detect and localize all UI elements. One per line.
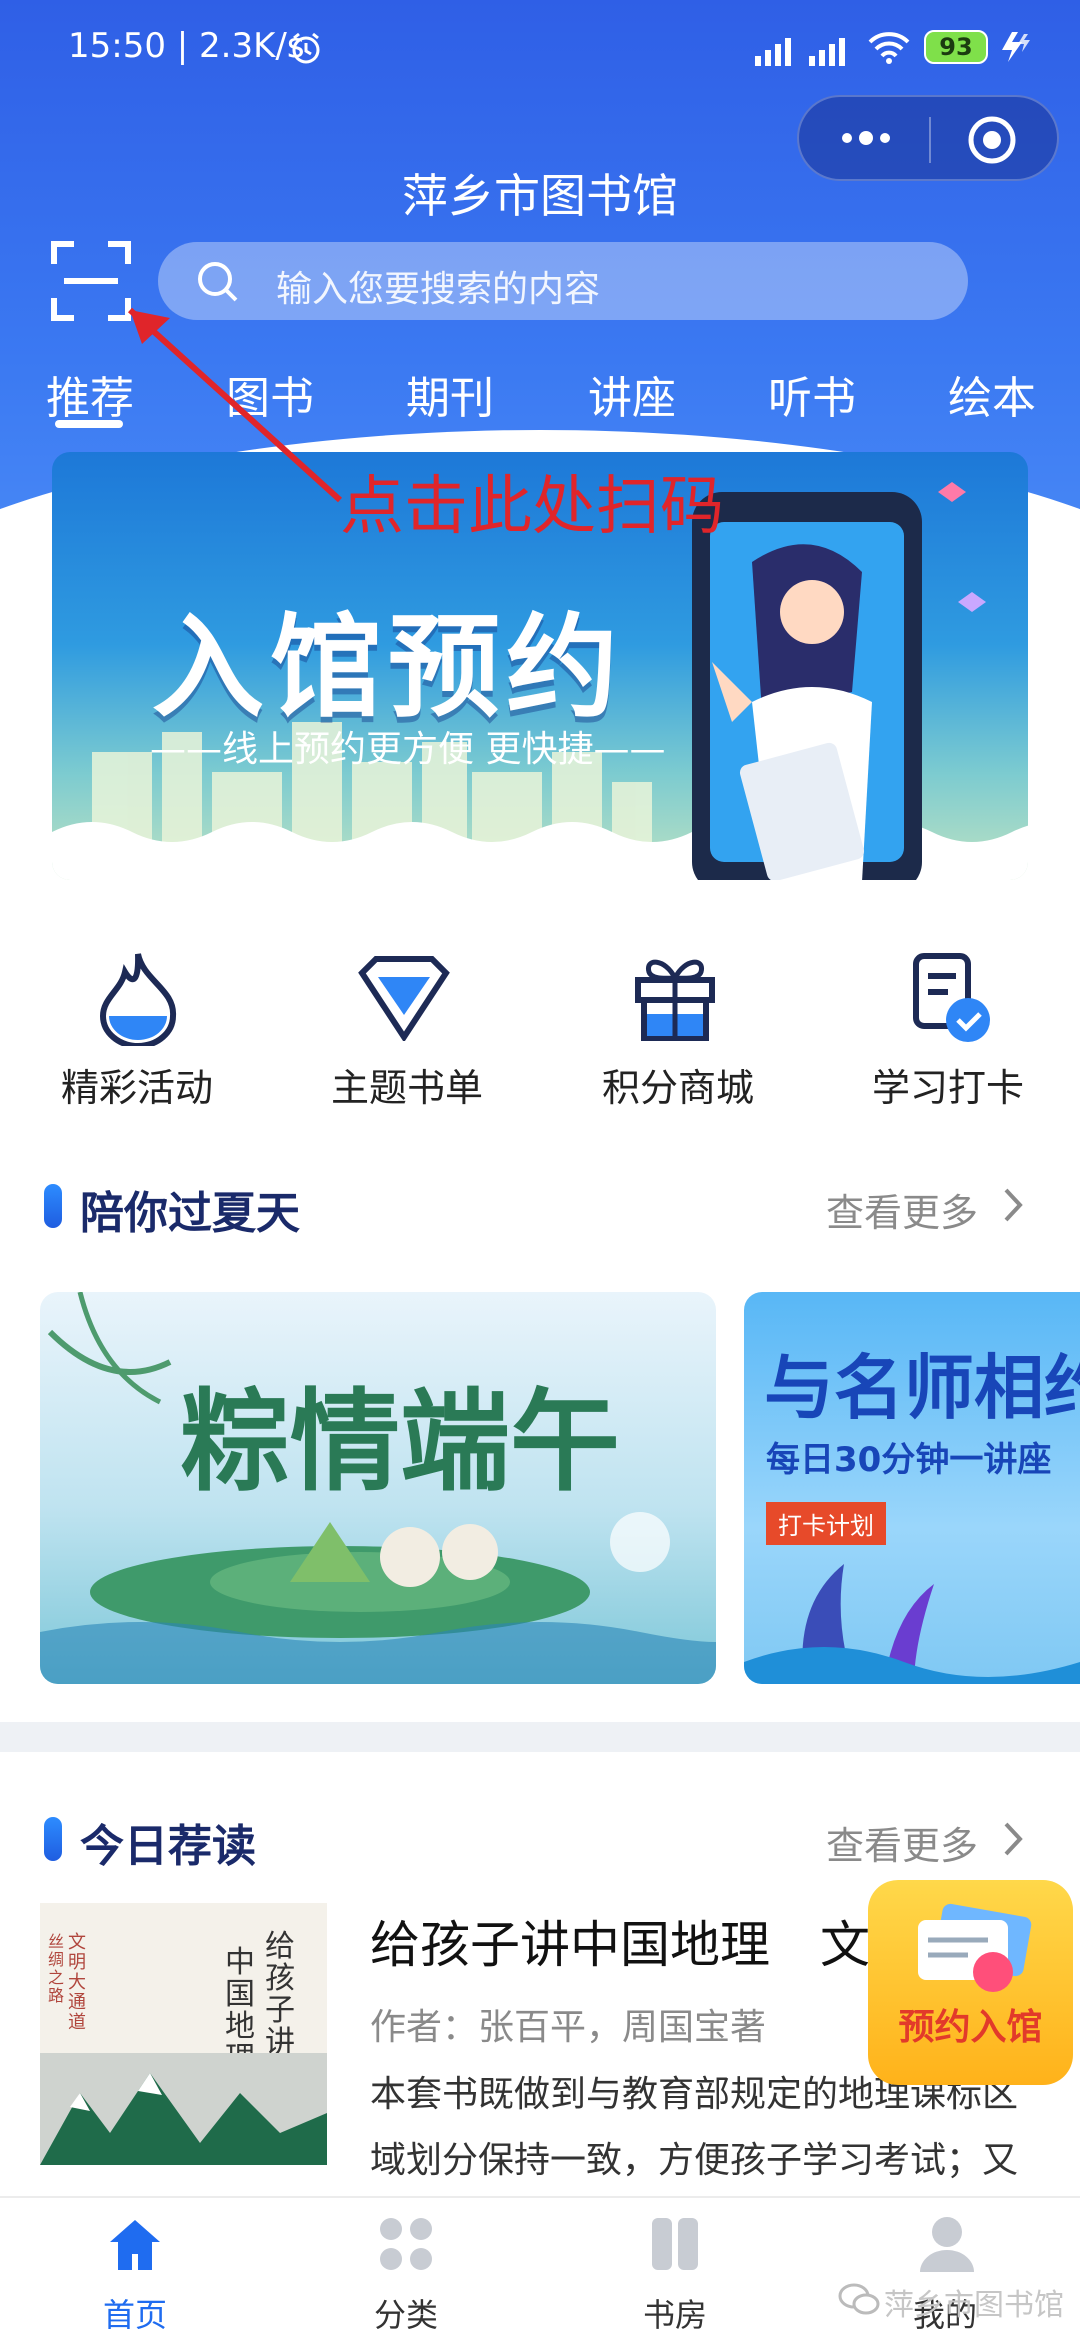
mountain-illustration	[40, 2053, 327, 2165]
account-watermark: 萍乡市图书馆	[884, 2288, 1064, 2323]
profile-icon[interactable]	[918, 2214, 976, 2278]
book-title-extra: 文	[820, 1916, 870, 1974]
section-title-summer: 陪你过夏天	[80, 1188, 300, 1239]
home-icon[interactable]	[106, 2216, 164, 2278]
card-dragon-boat-title: 粽情端午	[180, 1377, 620, 1506]
book-cover[interactable]: 给孩子讲 中国地理 文明大通道 丝绸之路	[40, 1903, 327, 2165]
wifi-icon	[868, 30, 910, 70]
nav-study[interactable]: 书房	[643, 2290, 707, 2336]
section-divider	[0, 1722, 1080, 1752]
chevron-right-icon[interactable]	[1002, 1186, 1024, 1228]
tab-picture-books[interactable]: 绘本	[948, 362, 1036, 426]
section-title-reading: 今日荐读	[80, 1821, 256, 1872]
book-author: 作者：张百平，周国宝著	[370, 2007, 767, 2048]
banner-title: 入馆预约	[152, 603, 624, 733]
quick-action-activities[interactable]: 精彩活动	[61, 1057, 213, 1112]
signal-icon	[755, 32, 885, 70]
float-button-label: 预约入馆	[898, 2007, 1043, 2048]
book-cover-title-line1: 给孩子讲	[265, 1929, 295, 2060]
card-teacher-tag: 打卡计划	[766, 1502, 886, 1545]
nav-home[interactable]: 首页	[103, 2290, 167, 2336]
quick-action-themed-lists[interactable]: 主题书单	[331, 1057, 483, 1112]
annotation-arrow	[127, 307, 343, 503]
banner-subtitle: ——线上预约更方便 更快捷——	[150, 729, 666, 770]
wechat-icon	[838, 2282, 880, 2322]
tab-lectures[interactable]: 讲座	[588, 362, 676, 426]
battery-icon: 93	[924, 30, 988, 64]
book-cover-side1: 文明大通道	[68, 1932, 86, 2033]
gift-icon[interactable]	[632, 952, 718, 1046]
card-teacher-subtitle: 每日30分钟一讲座	[766, 1440, 1052, 1480]
capsule-divider	[929, 117, 931, 163]
alarm-icon	[288, 30, 324, 70]
tab-active-indicator	[55, 420, 123, 428]
diamond-icon[interactable]	[358, 955, 450, 1045]
section-marker	[44, 1817, 62, 1861]
section-marker	[44, 1184, 62, 1228]
charging-icon	[998, 30, 1032, 68]
nav-category[interactable]: 分类	[374, 2290, 438, 2336]
tab-audiobooks[interactable]: 听书	[768, 362, 856, 426]
more-dots-icon[interactable]	[841, 130, 891, 150]
card-dragon-boat[interactable]: 粽情端午	[40, 1292, 716, 1684]
reserve-entry-float-button[interactable]: 预约入馆	[868, 1880, 1073, 2085]
card-teacher-title: 与名师相约	[764, 1347, 1080, 1429]
bookshelf-icon[interactable]	[648, 2216, 704, 2276]
book-title[interactable]: 给孩子讲中国地理文	[370, 1905, 870, 1977]
plant-illustration	[744, 1564, 1080, 1684]
card-famous-teacher[interactable]: 与名师相约 每日30分钟一讲座 打卡计划	[744, 1292, 1080, 1684]
tickets-icon	[918, 1903, 1032, 1992]
summer-more-link[interactable]: 查看更多	[826, 1182, 978, 1237]
bottom-nav: 首页 分类 书房 我的 萍乡市图书馆	[0, 2196, 1080, 2340]
status-time: 15:50 | 2.3K/s	[68, 26, 305, 66]
quick-action-points-mall[interactable]: 积分商城	[602, 1057, 754, 1112]
tab-journals[interactable]: 期刊	[406, 362, 494, 426]
page-title: 萍乡市图书馆	[402, 169, 678, 223]
reading-more-link[interactable]: 查看更多	[826, 1815, 978, 1870]
annotation-text: 点击此处扫码	[340, 470, 724, 544]
quick-action-study-checkin[interactable]: 学习打卡	[872, 1057, 1024, 1112]
checklist-icon[interactable]	[910, 950, 994, 1050]
grid-icon[interactable]	[378, 2216, 434, 2276]
book-title-main: 给孩子讲中国地理	[370, 1916, 770, 1974]
flame-icon[interactable]	[95, 950, 181, 1050]
book-cover-side2: 丝绸之路	[48, 1932, 65, 2005]
chevron-right-icon[interactable]	[1002, 1820, 1024, 1862]
